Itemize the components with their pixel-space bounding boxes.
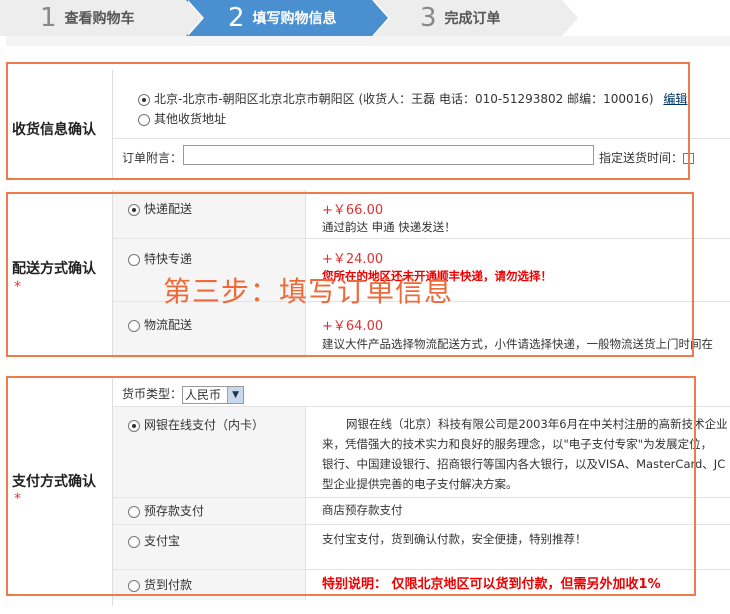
step-overlay-text: 第三步：填写订单信息 <box>163 275 454 308</box>
step-label: 查看购物车 <box>64 11 135 27</box>
step-number: 3 <box>420 3 437 33</box>
step-arrow <box>186 0 202 36</box>
step-arrow <box>372 0 388 36</box>
step-label: 填写购物信息 <box>252 11 337 27</box>
step-view-cart: 1 查看购物车 <box>0 0 200 36</box>
payment-section-frame <box>6 376 696 596</box>
step-label: 完成订单 <box>444 11 501 27</box>
step-arrow <box>562 0 578 36</box>
step-fill-info: 2 填写购物信息 <box>186 0 386 36</box>
divider <box>6 36 730 46</box>
shipping-section-frame <box>6 62 690 180</box>
step-complete-order: 3 完成订单 <box>372 0 562 36</box>
step-number: 1 <box>40 3 57 33</box>
step-number: 2 <box>228 3 245 33</box>
step-bar: 1 查看购物车 2 填写购物信息 3 完成订单 <box>0 0 730 36</box>
